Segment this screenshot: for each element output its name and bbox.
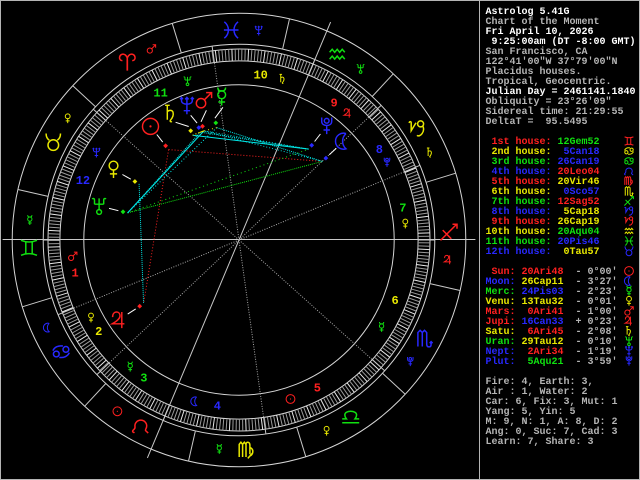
svg-text:- 3°59': - 3°59' [576,356,618,368]
svg-text:3: 3 [140,371,147,385]
svg-text:10: 10 [253,68,267,82]
svg-text:9: 9 [330,97,337,111]
svg-text:1: 1 [71,267,78,281]
svg-text:Learn: 7, Share: 3: Learn: 7, Share: 3 [486,436,594,448]
svg-text:5: 5 [314,382,321,396]
svg-text:5Aqu21: 5Aqu21 [522,357,564,368]
svg-text:8: 8 [376,143,383,157]
svg-text:0Tau57: 0Tau57 [558,247,600,258]
svg-text:6: 6 [391,294,398,308]
svg-text:7: 7 [399,202,406,216]
svg-text:Plut:: Plut: [486,356,516,368]
svg-text:DeltaT = 95.5495: DeltaT = 95.5495 [486,116,588,128]
svg-text:4: 4 [214,400,221,414]
svg-text:12: 12 [76,174,90,188]
svg-text:2: 2 [95,325,102,339]
svg-text:11: 11 [153,86,167,100]
svg-text:12th house:: 12th house: [486,246,552,258]
